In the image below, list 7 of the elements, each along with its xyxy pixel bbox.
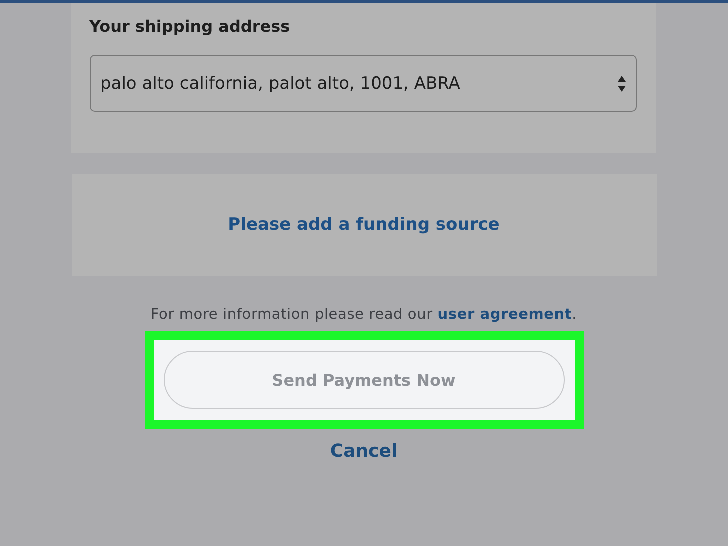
user-agreement-link[interactable]: user agreement: [438, 307, 572, 323]
field-label: Your shipping address: [90, 17, 292, 36]
info-text: For more information please read our user agreement.: [150, 307, 578, 323]
stepper-icon: [616, 74, 626, 92]
address-select[interactable]: palo alto california, palot alto, 1001, ABRA: [90, 55, 636, 112]
cancel-link[interactable]: Cancel: [330, 441, 398, 462]
add-funding-link[interactable]: Please add a funding source: [228, 215, 500, 235]
